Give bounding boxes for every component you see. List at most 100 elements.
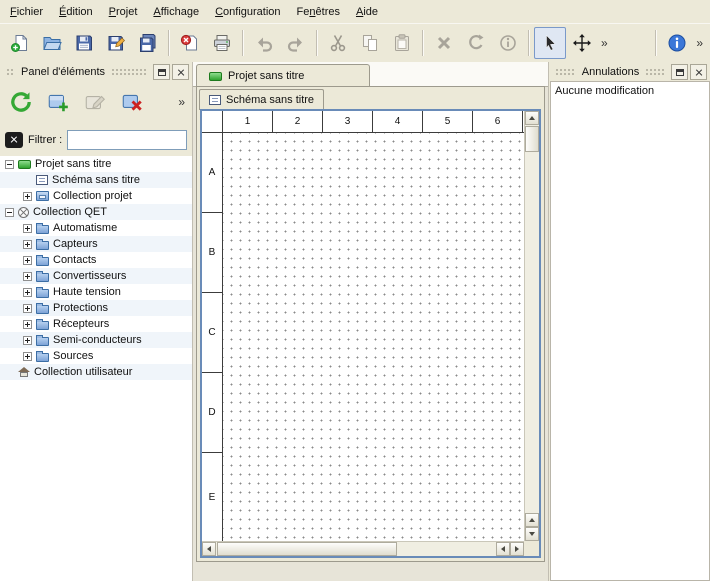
tree-item-semi-conducteurs[interactable]: Semi-conducteurs [0,332,192,348]
dock-grip-handle[interactable] [111,68,148,77]
paste-button[interactable] [386,27,418,59]
tree-item-capteurs[interactable]: Capteurs [0,236,192,252]
delete-element-button[interactable] [115,85,149,119]
elements-toolbar-overflow-button[interactable]: » [175,95,188,109]
scroll-left-button-2[interactable] [496,542,510,556]
help-overflow-button[interactable]: » [693,36,706,50]
scroll-left-button[interactable] [202,542,216,556]
menu-item-projet[interactable]: Projet [101,0,146,23]
down-arrow-icon [529,532,535,536]
select-tool-button[interactable] [534,27,566,59]
menu-item-configuration[interactable]: Configuration [207,0,288,23]
clear-filter-button[interactable] [5,132,23,148]
expand-expander-icon[interactable] [23,192,32,201]
cut-button[interactable] [322,27,354,59]
tree-item-collection-qet[interactable]: Collection QET [0,204,192,220]
about-qet-button[interactable] [661,27,693,59]
cut-icon [328,33,348,53]
save-all-button[interactable] [132,27,164,59]
scroll-up-button[interactable] [525,111,539,125]
filter-input[interactable] [67,130,187,150]
scroll-down-button[interactable] [525,527,539,541]
expand-expander-icon[interactable] [23,272,32,281]
folder-icon [36,225,49,234]
tree-item-contacts[interactable]: Contacts [0,252,192,268]
expand-expander-icon[interactable] [23,256,32,265]
close-project-button[interactable] [174,27,206,59]
tab-schema-sans-titre[interactable]: Schéma sans titre [199,89,324,110]
open-project-button[interactable] [36,27,68,59]
tree-item-collection-utilisateur[interactable]: Collection utilisateur [0,364,192,380]
expand-expander-icon[interactable] [23,288,32,297]
pointer-icon [540,33,560,53]
close-panel-button[interactable] [690,64,707,80]
tree-item-automatisme[interactable]: Automatisme [0,220,192,236]
horizontal-scrollbar[interactable] [202,541,524,556]
tree-item-sources[interactable]: Sources [0,348,192,364]
float-icon [676,69,684,76]
expand-expander-icon[interactable] [23,336,32,345]
schema-body: A B C D E [202,133,524,541]
vertical-scrollbar[interactable] [524,111,539,541]
scroll-up-button-2[interactable] [525,513,539,527]
float-panel-button[interactable] [671,64,688,80]
tree-item-recepteurs[interactable]: Récepteurs [0,316,192,332]
delete-button[interactable] [428,27,460,59]
schema-icon [209,95,221,105]
copy-button[interactable] [354,27,386,59]
close-panel-button[interactable] [172,64,189,80]
undo-button[interactable] [248,27,280,59]
copy-icon [360,33,380,53]
vertical-scroll-track[interactable] [525,152,539,513]
collapse-expander-icon[interactable] [5,160,14,169]
tab-projet-sans-titre[interactable]: Projet sans titre [196,64,370,87]
new-document-button[interactable] [4,27,36,59]
save-as-button[interactable] [100,27,132,59]
print-button[interactable] [206,27,238,59]
undo-history-list[interactable]: Aucune modification [550,81,710,581]
menu-item-fenetres[interactable]: Fenêtres [289,0,348,23]
menu-item-aide[interactable]: Aide [348,0,386,23]
tree-item-haute-tension[interactable]: Haute tension [0,284,192,300]
edit-element-button[interactable] [78,85,112,119]
expand-expander-icon[interactable] [23,352,32,361]
menu-item-fichier[interactable]: Fichier [2,0,51,23]
save-button[interactable] [68,27,100,59]
tree-item-label: Collection QET [33,206,107,218]
tree-item-schema-sans-titre[interactable]: Schéma sans titre [0,172,192,188]
schema-canvas[interactable] [223,133,524,541]
tree-item-collection-projet[interactable]: Collection projet [0,188,192,204]
redo-button[interactable] [280,27,312,59]
menu-item-affichage[interactable]: Affichage [145,0,207,23]
element-info-button[interactable] [492,27,524,59]
undo-panel-header: Annulations [549,62,710,82]
expand-expander-icon[interactable] [23,304,32,313]
move-tool-button[interactable] [566,27,598,59]
vertical-scroll-thumb[interactable] [525,126,539,152]
float-panel-button[interactable] [153,64,170,80]
expand-expander-icon[interactable] [23,224,32,233]
tree-item-convertisseurs[interactable]: Convertisseurs [0,268,192,284]
dock-grip-handle[interactable] [645,68,666,77]
rotate-button[interactable] [460,27,492,59]
new-element-button[interactable] [41,85,75,119]
collapse-expander-icon[interactable] [5,208,14,217]
scroll-right-button[interactable] [510,542,524,556]
save-icon [74,33,94,53]
expand-expander-icon[interactable] [23,320,32,329]
close-icon [695,68,703,76]
dock-grip-handle[interactable] [555,68,576,77]
tree-item-protections[interactable]: Protections [0,300,192,316]
row-label: A [202,133,222,213]
tree-item-projet-sans-titre[interactable]: Projet sans titre [0,156,192,172]
dock-grip-handle[interactable] [6,68,15,77]
right-arrow-icon [515,546,519,552]
toolbar-overflow-button[interactable]: » [598,36,611,50]
horizontal-scroll-track[interactable] [397,542,496,556]
expand-expander-icon[interactable] [23,240,32,249]
menu-item-edition[interactable]: Édition [51,0,101,23]
column-header: 6 [473,111,523,132]
column-header: 3 [323,111,373,132]
reload-collections-button[interactable] [4,85,38,119]
horizontal-scroll-thumb[interactable] [217,542,397,556]
